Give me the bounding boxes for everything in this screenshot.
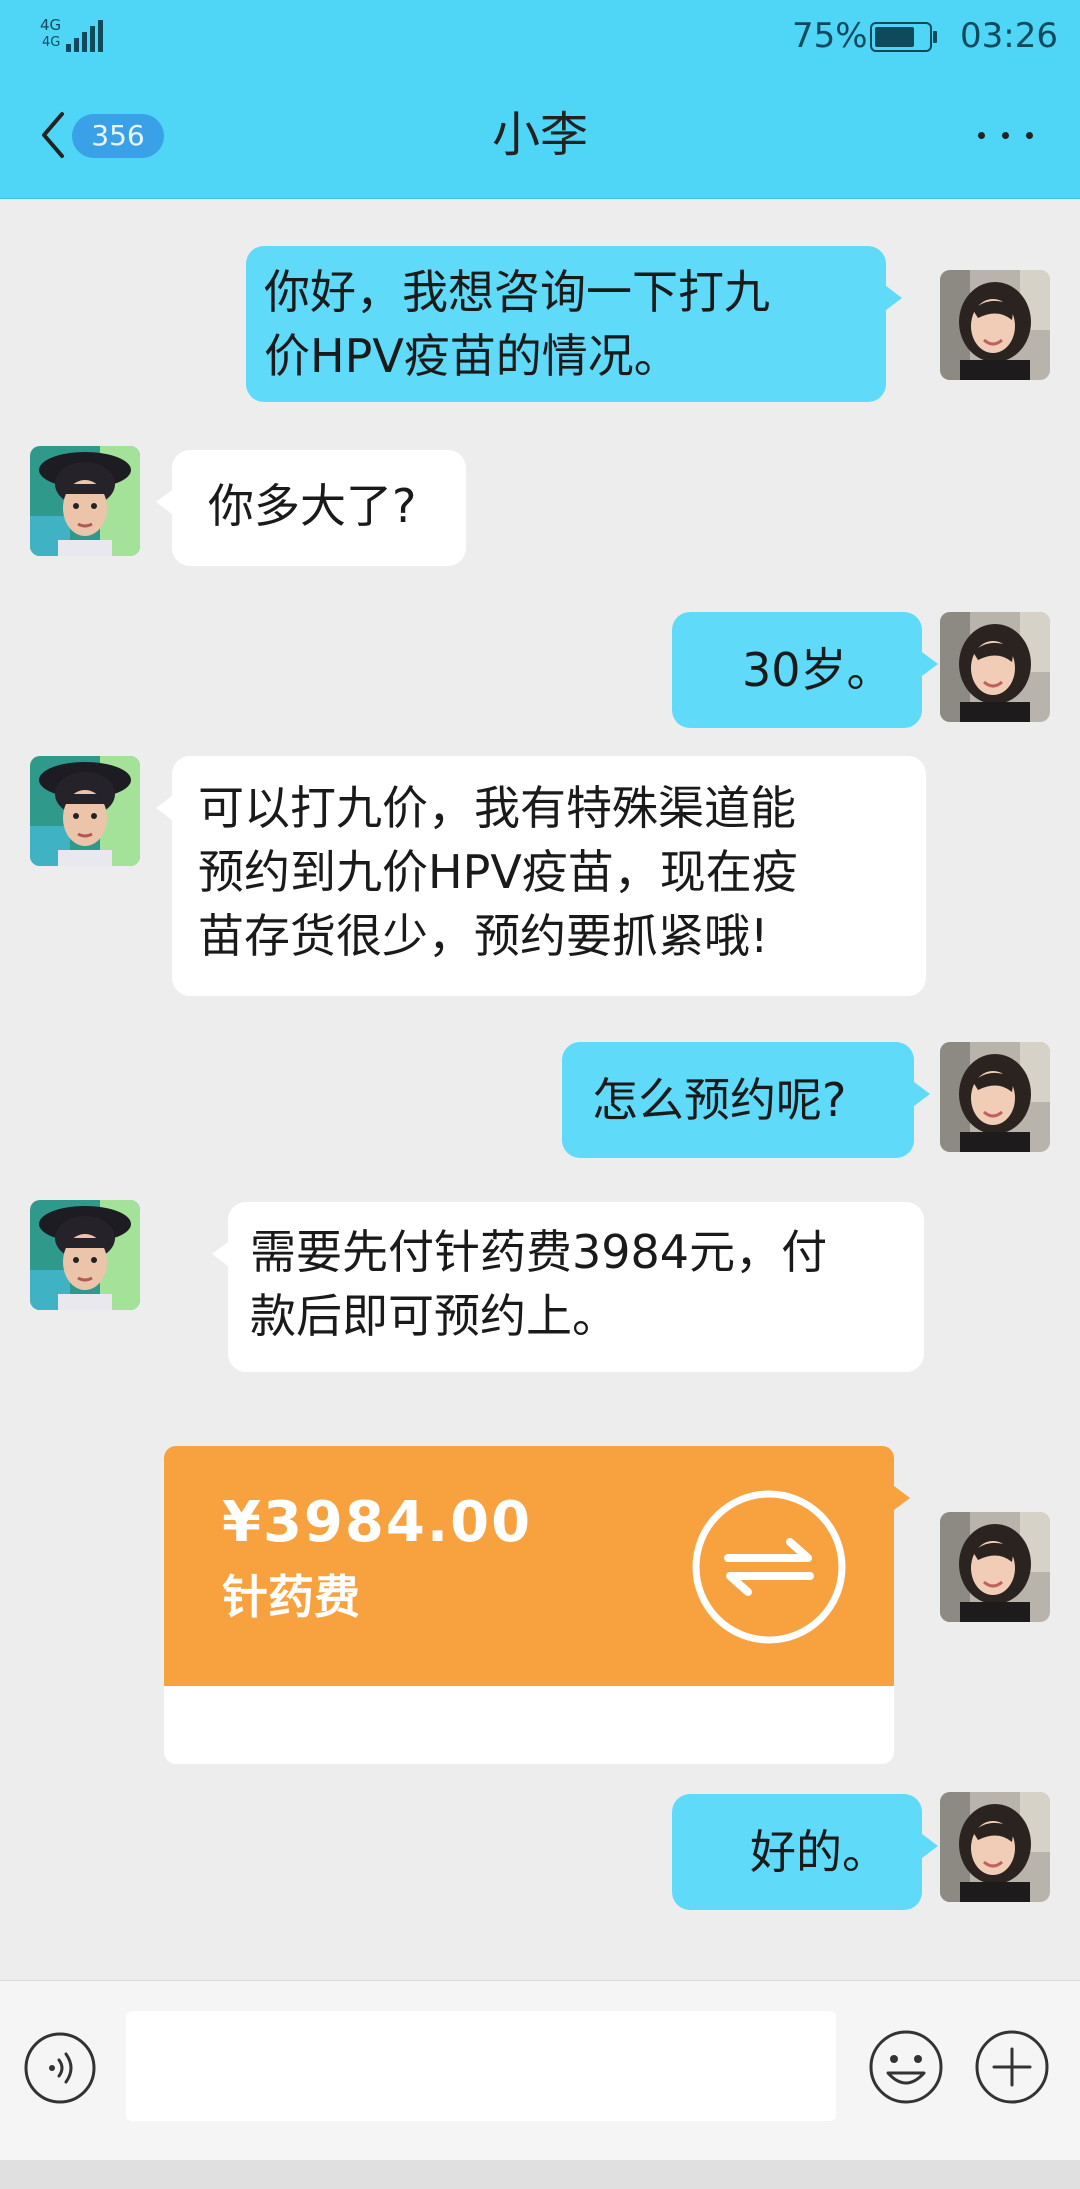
message-text: 苗存货很少，预约要抓紧哦! — [198, 909, 769, 963]
bubble-tail — [922, 652, 938, 676]
more-button[interactable] — [978, 120, 1034, 150]
message-bubble-sent[interactable]: 怎么预约呢? — [562, 1042, 930, 1158]
message-bubble-sent[interactable]: 你好，我想咨询一下打九 价HPV疫苗的情况。 — [246, 246, 902, 402]
message-text: 需要先付针药费3984元，付 — [250, 1225, 828, 1279]
voice-icon[interactable] — [22, 2030, 98, 2106]
signal-bars-icon — [66, 20, 103, 52]
message-text: 可以打九价，我有特殊渠道能 — [198, 781, 796, 835]
emoji-icon[interactable] — [866, 2027, 946, 2107]
avatar-contact[interactable] — [30, 756, 140, 866]
message-text: 怎么预约呢? — [592, 1073, 847, 1127]
transfer-card-header: ¥3984.00 针药费 — [164, 1446, 894, 1686]
bubble-tail — [914, 1082, 930, 1106]
clock: 03:26 — [960, 16, 1058, 56]
bubble-tail — [156, 490, 172, 514]
message-bubble-sent[interactable]: 30岁。 — [672, 612, 938, 728]
avatar-contact[interactable] — [30, 446, 140, 556]
message-bubble-received[interactable]: 可以打九价，我有特殊渠道能 预约到九价HPV疫苗，现在疫 苗存货很少，预约要抓紧… — [156, 756, 926, 996]
input-bar — [0, 1980, 1080, 2161]
network-type-secondary: 4G — [42, 35, 61, 50]
more-dots-icon — [978, 132, 985, 139]
battery-icon — [870, 22, 937, 52]
chat-header: 356 小李 — [0, 72, 1080, 199]
network-type: 4G — [40, 16, 62, 34]
message-bubble-received[interactable]: 你多大了? — [156, 450, 466, 566]
message-text: 价HPV疫苗的情况。 — [264, 329, 680, 383]
avatar-self[interactable] — [940, 1792, 1050, 1902]
message-bubble-received[interactable]: 需要先付针药费3984元，付 款后即可预约上。 — [212, 1202, 924, 1372]
bottom-strip — [0, 2160, 1080, 2189]
bubble-tail — [886, 286, 902, 310]
message-text: 预约到九价HPV疫苗，现在疫 — [198, 845, 798, 899]
bubble-tail — [894, 1486, 910, 1510]
bubble-tail — [922, 1834, 938, 1858]
avatar-self[interactable] — [940, 270, 1050, 380]
avatar-self[interactable] — [940, 612, 1050, 722]
message-text: 你多大了? — [208, 479, 417, 533]
avatar-contact[interactable] — [30, 1200, 140, 1310]
bubble-tail — [212, 1242, 228, 1266]
back-button[interactable]: 356 — [30, 98, 170, 172]
avatar-self[interactable] — [940, 1512, 1050, 1622]
transfer-arrows-icon — [692, 1490, 846, 1644]
plus-icon[interactable] — [972, 2027, 1052, 2107]
battery-percent: 75% — [792, 16, 868, 56]
message-bubble-sent[interactable]: 好的。 — [672, 1794, 938, 1910]
message-text: 好的。 — [750, 1825, 888, 1879]
avatar-self[interactable] — [940, 1042, 1050, 1152]
transfer-note: 针药费 — [222, 1570, 360, 1624]
signal-indicator: 4G 4G — [40, 16, 103, 54]
more-dot — [1002, 132, 1009, 139]
chat-title: 小李 — [491, 107, 588, 163]
message-input[interactable] — [126, 2011, 836, 2121]
transfer-card[interactable]: ¥3984.00 针药费 — [164, 1446, 910, 1764]
message-text: 款后即可预约上。 — [250, 1289, 618, 1343]
chevron-left-icon — [42, 112, 64, 158]
bubble-tail — [156, 796, 172, 820]
status-bar: 4G 4G 75% 03:26 — [0, 0, 1080, 72]
unread-count-badge: 356 — [72, 114, 164, 158]
message-text: 30岁。 — [742, 643, 893, 697]
transfer-card-footer — [164, 1686, 894, 1764]
transfer-amount: ¥3984.00 — [222, 1490, 533, 1555]
more-dot — [1026, 132, 1033, 139]
message-text: 你好，我想咨询一下打九 — [264, 265, 770, 319]
